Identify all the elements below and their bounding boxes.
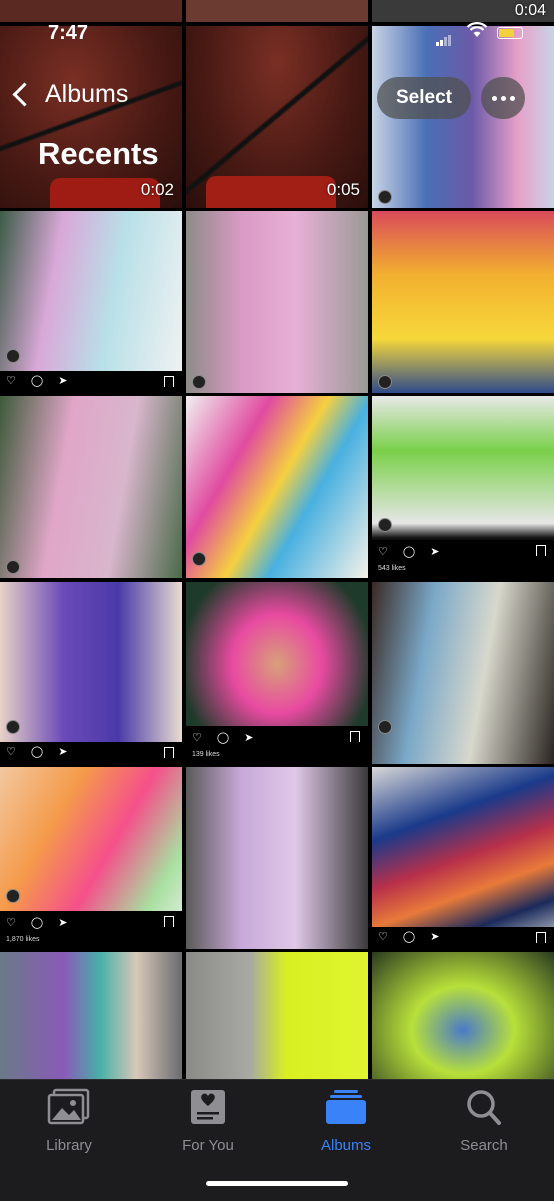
wifi-icon (466, 22, 488, 43)
photo-thumbnail[interactable] (372, 952, 554, 1082)
video-thumbnail[interactable]: 0:05 (186, 26, 368, 208)
photo-thumbnail[interactable]: ♡ ◯ ➤ 543 likes (372, 396, 554, 578)
status-time: 7:47 (48, 22, 89, 44)
photo-thumbnail[interactable]: ♡ ◯ ➤ (372, 767, 554, 949)
video-thumbnail[interactable]: 0:02 (0, 26, 182, 208)
tab-search[interactable]: Search (424, 1088, 544, 1154)
more-icon (492, 96, 497, 101)
cellular-signal-icon (436, 28, 452, 46)
status-bar: 7:47 (0, 0, 554, 46)
photo-thumbnail[interactable] (186, 211, 368, 393)
select-button[interactable]: Select (377, 77, 471, 119)
for-you-icon (191, 1090, 225, 1124)
photo-thumbnail[interactable] (186, 396, 368, 578)
library-icon (47, 1088, 90, 1125)
home-indicator[interactable] (206, 1181, 348, 1186)
photo-thumbnail[interactable]: ♡ ◯ ➤ 139 likes (186, 582, 368, 764)
photo-thumbnail[interactable] (0, 396, 182, 578)
photo-thumbnail[interactable]: ♡ ◯ ➤ (0, 211, 182, 393)
photo-thumbnail[interactable] (186, 767, 368, 949)
photo-thumbnail[interactable]: ♡ ◯ ➤ (0, 582, 182, 764)
search-icon (467, 1090, 501, 1125)
tab-for-you[interactable]: For You (148, 1088, 268, 1154)
battery-icon (497, 27, 523, 39)
back-button[interactable]: Albums (12, 80, 128, 109)
tab-label: Library (46, 1137, 92, 1154)
albums-icon (326, 1090, 366, 1124)
tab-albums[interactable]: Albums (286, 1088, 406, 1154)
page-title: Recents (38, 136, 159, 171)
tab-label: Albums (320, 1137, 372, 1154)
back-label: Albums (45, 80, 129, 108)
photo-thumbnail[interactable] (372, 211, 554, 393)
photo-thumbnail[interactable] (0, 952, 182, 1082)
photo-thumbnail[interactable] (372, 582, 554, 764)
photo-thumbnail[interactable]: ♡ ◯ ➤ 1,870 likes (0, 767, 182, 949)
tab-label: For You (182, 1137, 234, 1154)
more-button[interactable] (481, 77, 525, 119)
chevron-left-icon (12, 82, 37, 107)
photo-thumbnail[interactable] (186, 952, 368, 1082)
tab-label: Search (460, 1137, 508, 1154)
tab-library[interactable]: Library (9, 1088, 129, 1154)
